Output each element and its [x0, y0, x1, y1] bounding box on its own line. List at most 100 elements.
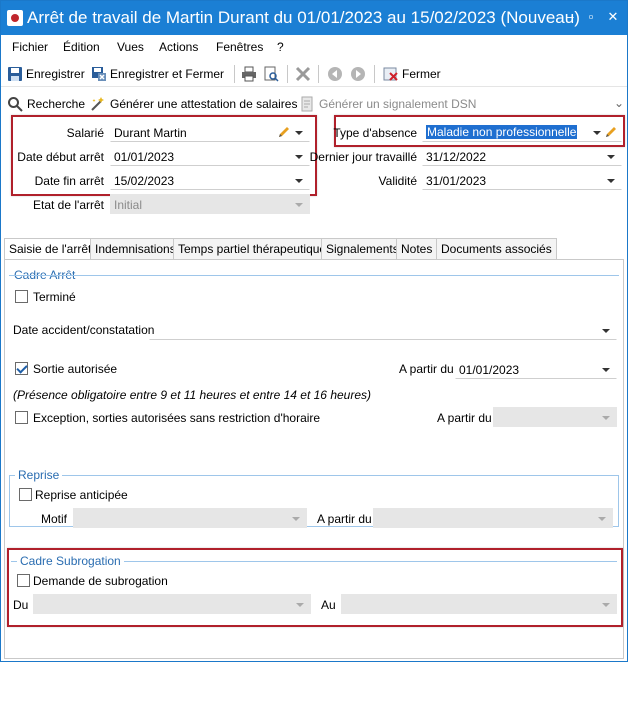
search-button[interactable]: Recherche [7, 96, 85, 112]
title-bar: Arrêt de travail de Martin Durant du 01/… [1, 1, 627, 35]
date-accident-field[interactable] [149, 320, 617, 340]
print-button[interactable] [241, 64, 260, 84]
chevron-down-icon[interactable] [295, 131, 303, 135]
delete-icon [295, 66, 311, 82]
subrogation-label: Demande de subrogation [33, 574, 168, 588]
window-title: Arrêt de travail de Martin Durant du 01/… [27, 8, 580, 27]
type-absence-value: Maladie non professionnelle [426, 125, 578, 139]
save-icon [7, 66, 23, 82]
minimize-button[interactable]: – [562, 9, 578, 25]
menu-edition[interactable]: Édition [63, 40, 100, 54]
chevron-down-icon [296, 603, 304, 607]
date-fin-label: Date fin arrêt [34, 174, 104, 188]
maximize-button[interactable]: ▫ [583, 9, 599, 25]
save-close-button[interactable]: Enregistrer et Fermer [91, 64, 224, 84]
reprise-a-partir-label: A partir du [317, 512, 372, 526]
chevron-down-icon[interactable] [607, 155, 615, 159]
chevron-down-icon [598, 517, 606, 521]
tab-temps-partiel[interactable]: Temps partiel thérapeutique [173, 238, 332, 260]
menu-fichier[interactable]: Fichier [12, 40, 48, 54]
toolbar-separator [374, 65, 375, 83]
menu-vues[interactable]: Vues [117, 40, 144, 54]
chevron-down-icon[interactable] [295, 179, 303, 183]
next-button[interactable] [350, 64, 369, 84]
tab-panel-saisie: Cadre Arrêt Terminé Date accident/consta… [4, 259, 624, 659]
reprise-anticipee-label: Reprise anticipée [35, 488, 128, 502]
toolbar-separator [287, 65, 288, 83]
chevron-down-icon[interactable] [602, 368, 610, 372]
previous-button[interactable] [327, 64, 346, 84]
dernier-jour-field[interactable]: 31/12/2022 [422, 146, 622, 166]
du-label: Du [13, 598, 29, 612]
chevron-down-icon[interactable] [607, 179, 615, 183]
termine-label: Terminé [33, 290, 76, 304]
type-absence-select[interactable]: Maladie non professionnelle [422, 122, 622, 142]
toolbar-separator [318, 65, 319, 83]
reprise-a-partir-field [373, 508, 613, 528]
presence-note: (Présence obligatoire entre 9 et 11 heur… [13, 388, 372, 402]
sortie-checkbox[interactable] [15, 362, 28, 375]
menu-actions[interactable]: Actions [159, 40, 198, 54]
generate-dsn-button[interactable]: Générer un signalement DSN [299, 96, 476, 112]
motif-label: Motif [41, 512, 68, 526]
dernier-jour-value: 31/12/2022 [426, 150, 487, 164]
chevron-down-icon [295, 203, 303, 207]
print-preview-icon [263, 66, 279, 82]
chevron-down-icon [292, 517, 300, 521]
tab-indemnisations[interactable]: Indemnisations [90, 238, 181, 260]
salarie-select[interactable]: Durant Martin [110, 122, 310, 142]
dernier-jour-label: Dernier jour travaillé [309, 150, 417, 164]
chevron-down-icon [602, 603, 610, 607]
date-fin-field[interactable]: 15/02/2023 [110, 170, 310, 190]
validite-value: 31/01/2023 [426, 174, 487, 188]
delete-button[interactable] [295, 64, 314, 84]
generate-attestation-button[interactable]: Générer une attestation de salaires [90, 96, 297, 112]
dsn-label: Générer un signalement DSN [319, 97, 477, 111]
tab-saisie[interactable]: Saisie de l'arrêt [4, 238, 97, 261]
motif-field [73, 508, 307, 528]
date-fin-value: 15/02/2023 [114, 174, 175, 188]
tab-notes[interactable]: Notes [396, 238, 438, 260]
a-partir-field[interactable]: 01/01/2023 [455, 359, 617, 379]
save-button[interactable]: Enregistrer [7, 64, 85, 84]
subrogation-title: Cadre Subrogation [17, 554, 124, 568]
date-accident-label: Date accident/constatation [13, 323, 155, 337]
a-partir-label: A partir du [399, 362, 454, 376]
menu-fenetres[interactable]: Fenêtres [216, 40, 263, 54]
menu-help[interactable]: ? [277, 40, 284, 54]
pencil-icon[interactable] [277, 125, 291, 139]
close-button[interactable]: Fermer [383, 64, 441, 84]
a-partir-value: 01/01/2023 [459, 363, 520, 377]
subrogation-checkbox[interactable] [17, 574, 30, 587]
salarie-value: Durant Martin [114, 126, 187, 140]
validite-field[interactable]: 31/01/2023 [422, 170, 622, 190]
date-debut-field[interactable]: 01/01/2023 [110, 146, 310, 166]
save-label: Enregistrer [26, 67, 85, 81]
toolbar-separator [234, 65, 235, 83]
reprise-title: Reprise [15, 468, 63, 482]
termine-checkbox[interactable] [15, 290, 28, 303]
close-window-button[interactable]: ✕ [605, 9, 621, 25]
validite-label: Validité [378, 174, 417, 188]
tab-signalements[interactable]: Signalements [321, 238, 404, 260]
a-partir2-field [493, 407, 617, 427]
arret-window: Arrêt de travail de Martin Durant du 01/… [0, 0, 628, 662]
chevron-down-icon[interactable] [593, 131, 601, 135]
reprise-anticipee-checkbox[interactable] [19, 488, 32, 501]
tab-documents[interactable]: Documents associés [436, 238, 557, 260]
salarie-label: Salarié [66, 126, 104, 140]
save-close-label: Enregistrer et Fermer [110, 67, 225, 81]
chevron-down-icon[interactable]: ⌄ [614, 96, 624, 110]
a-partir2-label: A partir du [437, 411, 492, 425]
arrow-left-icon [327, 66, 343, 82]
pencil-icon[interactable] [604, 125, 618, 139]
print-preview-button[interactable] [263, 64, 282, 84]
au-label: Au [321, 598, 336, 612]
au-field [341, 594, 617, 614]
cadre-arret-rule [9, 275, 619, 276]
exception-checkbox[interactable] [15, 411, 28, 424]
toolbar: Enregistrer Enregistrer et Fermer Fermer [1, 61, 627, 87]
document-icon [299, 96, 315, 112]
du-field [33, 594, 311, 614]
chevron-down-icon[interactable] [602, 329, 610, 333]
